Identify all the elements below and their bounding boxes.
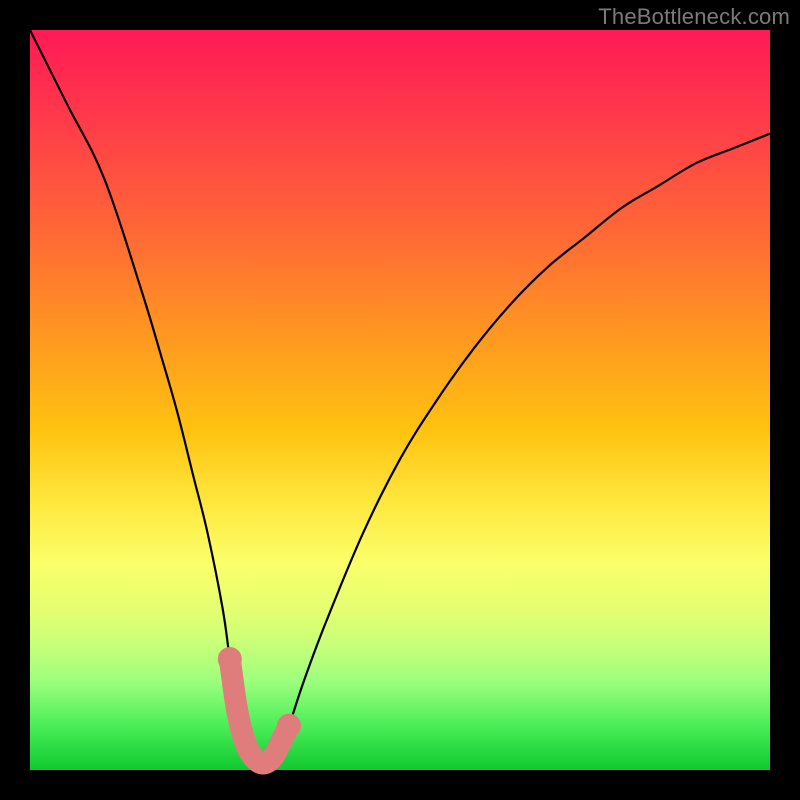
chart-frame: TheBottleneck.com <box>0 0 800 800</box>
highlight-range <box>230 659 289 764</box>
highlight-dot <box>277 714 301 738</box>
watermark-text: TheBottleneck.com <box>598 4 790 30</box>
chart-overlay <box>30 30 770 770</box>
mismatch-curve <box>30 30 770 764</box>
highlight-dot <box>218 647 242 671</box>
